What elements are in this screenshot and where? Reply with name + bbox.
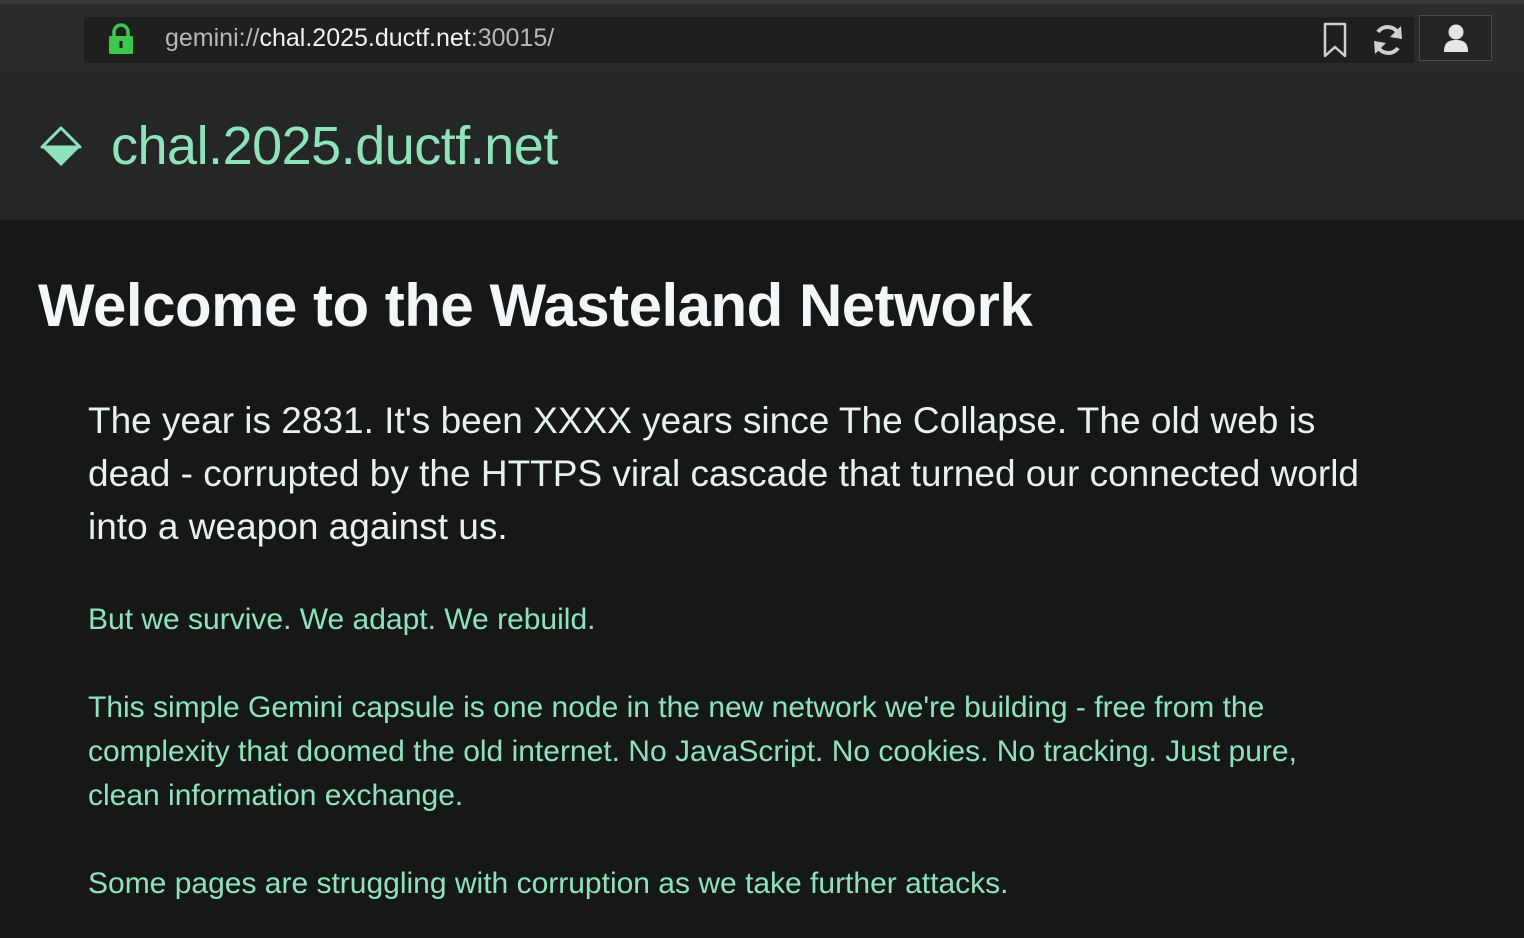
url-scheme: gemini:// xyxy=(165,24,260,52)
lead-paragraph: The year is 2831. It's been XXXX years s… xyxy=(88,400,1360,547)
page-heading: Welcome to the Wasteland Network xyxy=(38,272,1033,339)
url-port-path: :30015/ xyxy=(470,24,555,52)
user-icon xyxy=(1444,24,1468,52)
site-title: chal.2025.ductf.net xyxy=(111,116,558,176)
paragraph-gemini-capsule: This simple Gemini capsule is one node i… xyxy=(88,691,1297,812)
url-text[interactable]: gemini://chal.2025.ductf.net:30015/ xyxy=(165,21,554,55)
bookmark-icon[interactable] xyxy=(1320,22,1350,58)
diamond-icon xyxy=(40,126,82,166)
lock-icon[interactable] xyxy=(108,23,134,55)
reload-icon[interactable] xyxy=(1370,22,1406,58)
url-host: chal.2025.ductf.net xyxy=(259,24,471,52)
identity-button[interactable] xyxy=(1419,15,1492,61)
paragraph-survive: But we survive. We adapt. We rebuild. xyxy=(88,603,596,636)
paragraph-corruption: Some pages are struggling with corruptio… xyxy=(88,867,1009,900)
